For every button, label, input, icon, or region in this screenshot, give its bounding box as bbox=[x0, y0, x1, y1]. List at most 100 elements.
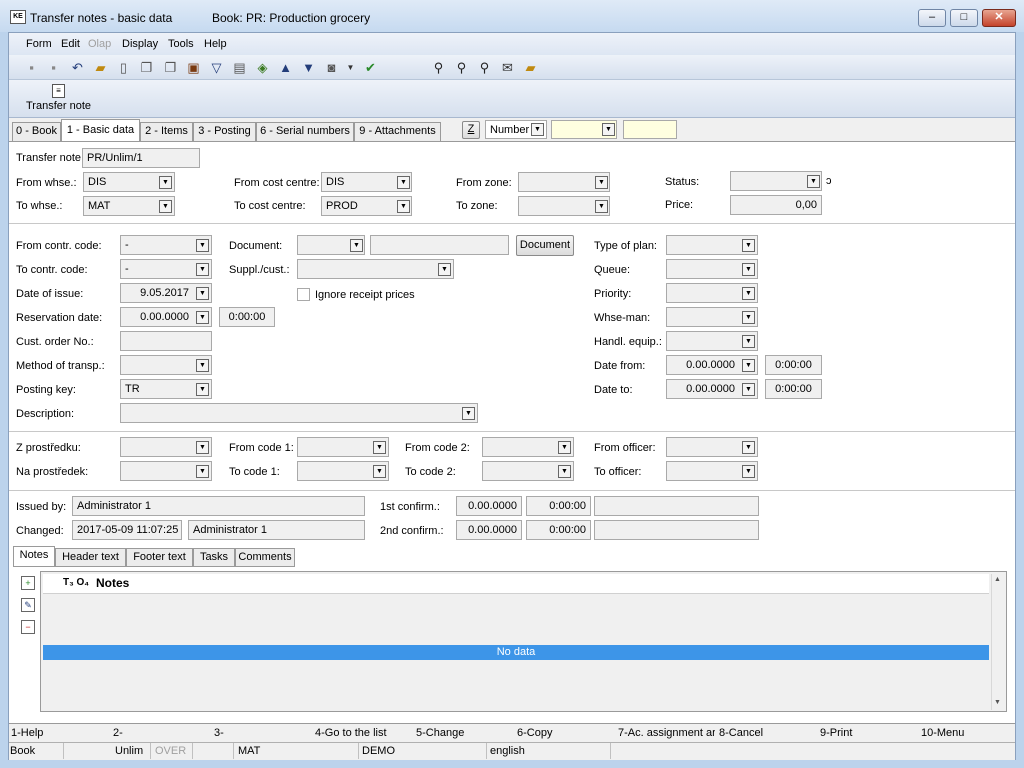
save-all-icon[interactable]: ▪ bbox=[45, 59, 62, 76]
chevron-down-icon[interactable]: ▼ bbox=[196, 441, 209, 454]
time-to-field[interactable]: 0:00:00 bbox=[765, 379, 822, 399]
calendar-dropdown-icon[interactable]: ▼ bbox=[196, 287, 209, 300]
filter-list-icon[interactable]: ▤ bbox=[231, 59, 248, 76]
chevron-down-icon[interactable]: ▼ bbox=[742, 311, 755, 324]
fkey-4[interactable]: 4-Go to the list bbox=[315, 727, 387, 739]
delete-note-icon[interactable]: − bbox=[21, 620, 35, 634]
add-note-icon[interactable]: + bbox=[21, 576, 35, 590]
tab-notes[interactable]: Notes bbox=[13, 546, 55, 567]
menu-tools[interactable]: Tools bbox=[168, 38, 194, 50]
check-arrow-icon[interactable]: ✔ bbox=[362, 59, 379, 76]
save-icon[interactable]: ▪ bbox=[23, 59, 40, 76]
fkey-10[interactable]: 10-Menu bbox=[921, 727, 964, 739]
ignore-receipt-checkbox[interactable] bbox=[297, 288, 310, 301]
chevron-down-icon[interactable]: ▼ bbox=[742, 441, 755, 454]
document-button[interactable]: Document bbox=[516, 235, 574, 256]
menu-form[interactable]: Form bbox=[26, 38, 52, 50]
chevron-down-icon[interactable]: ▼ bbox=[742, 287, 755, 300]
fkey-3[interactable]: 3- bbox=[214, 727, 224, 739]
tab-posting[interactable]: 3 - Posting bbox=[193, 122, 256, 141]
fkey-8[interactable]: 8-Cancel bbox=[719, 727, 763, 739]
chevron-down-icon[interactable]: ▼ bbox=[159, 200, 172, 213]
status-help-icon[interactable]: ↄ bbox=[826, 175, 832, 187]
scroll-down-icon[interactable]: ▼ bbox=[994, 699, 1001, 706]
chevron-down-icon[interactable]: ▼ bbox=[742, 465, 755, 478]
search-input[interactable] bbox=[623, 120, 677, 139]
paste-document-icon[interactable]: ❐ bbox=[162, 59, 179, 76]
tab-footer-text[interactable]: Footer text bbox=[126, 548, 193, 567]
arrow-down-icon[interactable]: ▼ bbox=[300, 59, 317, 76]
notes-column-header[interactable]: Notes bbox=[96, 576, 129, 590]
chevron-down-icon[interactable]: ▼ bbox=[558, 465, 571, 478]
chevron-down-icon[interactable]: ▼ bbox=[196, 239, 209, 252]
binoculars-next-icon[interactable]: ⚲ bbox=[453, 59, 470, 76]
notes-scrollbar[interactable] bbox=[991, 574, 1006, 710]
suppl-cust-select[interactable] bbox=[297, 259, 454, 279]
chevron-down-icon[interactable]: ▼ bbox=[462, 407, 475, 420]
fkey-9[interactable]: 9-Print bbox=[820, 727, 852, 739]
calendar-dropdown-icon[interactable]: ▼ bbox=[742, 383, 755, 396]
mail-icon[interactable]: ✉ bbox=[499, 59, 516, 76]
transfer-note-ribbon-label[interactable]: Transfer note bbox=[26, 100, 91, 112]
filter-icon[interactable]: ▽ bbox=[208, 59, 225, 76]
camera-dropdown-icon[interactable]: ▼ bbox=[342, 59, 359, 76]
chevron-down-icon[interactable]: ▼ bbox=[350, 239, 363, 252]
menu-edit[interactable]: Edit bbox=[61, 38, 80, 50]
open-folder-icon[interactable]: ▰ bbox=[92, 59, 109, 76]
reservation-time-field[interactable]: 0:00:00 bbox=[219, 307, 275, 327]
copy-document-icon[interactable]: ❐ bbox=[138, 59, 155, 76]
chevron-down-icon[interactable]: ▼ bbox=[196, 263, 209, 276]
undo-icon[interactable]: ↶ bbox=[69, 59, 86, 76]
arrow-up-icon[interactable]: ▲ bbox=[277, 59, 294, 76]
chevron-down-icon[interactable]: ▼ bbox=[373, 441, 386, 454]
chevron-down-icon[interactable]: ▼ bbox=[159, 176, 172, 189]
book-icon[interactable]: ▣ bbox=[185, 59, 202, 76]
description-select[interactable] bbox=[120, 403, 478, 423]
chevron-down-icon[interactable]: ▼ bbox=[742, 335, 755, 348]
stack-icon[interactable]: ◈ bbox=[254, 59, 271, 76]
chevron-down-icon[interactable]: ▼ bbox=[438, 263, 451, 276]
tab-tasks[interactable]: Tasks bbox=[193, 548, 235, 567]
chevron-down-icon[interactable]: ▼ bbox=[196, 383, 209, 396]
folder-edit-icon[interactable]: ▰ bbox=[522, 59, 539, 76]
calendar-dropdown-icon[interactable]: ▼ bbox=[196, 311, 209, 324]
chevron-down-icon[interactable]: ▼ bbox=[397, 200, 410, 213]
scroll-up-icon[interactable]: ▲ bbox=[994, 576, 1001, 583]
minimize-button[interactable]: ‒ bbox=[918, 9, 946, 27]
chevron-down-icon[interactable]: ▼ bbox=[807, 175, 820, 188]
chevron-down-icon[interactable]: ▼ bbox=[196, 359, 209, 372]
transfer-note-icon[interactable]: ≡ bbox=[52, 84, 65, 98]
new-document-icon[interactable]: ▯ bbox=[115, 59, 132, 76]
z-button[interactable]: Z bbox=[462, 121, 480, 139]
chevron-down-icon[interactable]: ▼ bbox=[196, 465, 209, 478]
chevron-down-icon[interactable]: ▼ bbox=[742, 239, 755, 252]
close-button[interactable]: ✕ bbox=[982, 9, 1016, 27]
tab-serial-numbers[interactable]: 6 - Serial numbers bbox=[256, 122, 354, 141]
fkey-2[interactable]: 2- bbox=[113, 727, 123, 739]
chevron-down-icon[interactable]: ▼ bbox=[602, 123, 615, 136]
tab-header-text[interactable]: Header text bbox=[55, 548, 126, 567]
cust-order-field[interactable] bbox=[120, 331, 212, 351]
calendar-dropdown-icon[interactable]: ▼ bbox=[742, 359, 755, 372]
chevron-down-icon[interactable]: ▼ bbox=[595, 176, 608, 189]
chevron-down-icon[interactable]: ▼ bbox=[595, 200, 608, 213]
fkey-6[interactable]: 6-Copy bbox=[517, 727, 552, 739]
tab-book[interactable]: 0 - Book bbox=[12, 122, 61, 141]
camera-icon[interactable]: ◙ bbox=[323, 59, 340, 76]
fkey-7[interactable]: 7-Ac. assignment ar bbox=[618, 727, 715, 739]
time-from-field[interactable]: 0:00:00 bbox=[765, 355, 822, 375]
chevron-down-icon[interactable]: ▼ bbox=[531, 123, 544, 136]
fkey-1[interactable]: 1-Help bbox=[11, 727, 43, 739]
maximize-button[interactable]: □ bbox=[950, 9, 978, 27]
chevron-down-icon[interactable]: ▼ bbox=[397, 176, 410, 189]
binoculars-icon[interactable]: ⚲ bbox=[430, 59, 447, 76]
chevron-down-icon[interactable]: ▼ bbox=[742, 263, 755, 276]
binoculars-filter-icon[interactable]: ⚲ bbox=[476, 59, 493, 76]
tab-items[interactable]: 2 - Items bbox=[140, 122, 193, 141]
chevron-down-icon[interactable]: ▼ bbox=[373, 465, 386, 478]
tab-attachments[interactable]: 9 - Attachments bbox=[354, 122, 441, 141]
menu-display[interactable]: Display bbox=[122, 38, 158, 50]
edit-note-icon[interactable]: ✎ bbox=[21, 598, 35, 612]
document-number-field[interactable] bbox=[370, 235, 509, 255]
tab-basic-data[interactable]: 1 - Basic data bbox=[61, 119, 140, 141]
